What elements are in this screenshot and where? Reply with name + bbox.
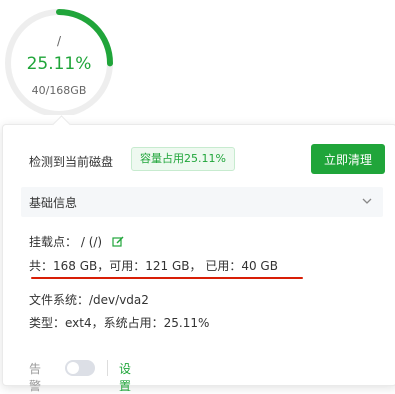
edit-icon[interactable] [112,236,124,248]
mount-point-value: / (/) [80,235,103,249]
divider [107,360,108,376]
popover-caret [52,115,71,134]
gauge-percent: 25.11% [26,54,92,74]
mount-point-row: 挂载点： / (/) [29,233,124,250]
basic-info-section-header[interactable]: 基础信息 [21,187,383,217]
mount-point-label: 挂载点： [29,235,78,249]
filesystem-value: /dev/vda2 [89,293,149,307]
section-title: 基础信息 [29,196,78,210]
chevron-down-icon [362,198,372,204]
gauge-mount-label: / [56,34,62,48]
type-row: 类型：ext4，系统占用：25.11% [29,316,210,330]
alarm-label: 告警 [29,362,42,393]
alarm-toggle[interactable] [65,360,95,376]
disk-detail-popover: 检测到当前磁盘 容量占用25.11% 立即清理 基础信息 挂载点： / (/) … [2,115,395,393]
clean-now-button[interactable]: 立即清理 [311,144,385,174]
gauge-capacity: 40/168GB [31,84,87,97]
detected-disk-label: 检测到当前磁盘 [29,155,114,169]
alarm-settings-link[interactable]: 设置 [119,360,131,394]
usage-tag: 容量占用25.11% [131,147,235,171]
toggle-knob [67,362,79,374]
filesystem-label: 文件系统： [29,293,90,307]
capacity-summary: 共：168 GB，可用：121 GB， 已用：40 GB [29,259,278,273]
filesystem-row: 文件系统：/dev/vda2 [29,291,149,308]
annotation-underline [31,277,303,279]
disk-usage-gauge[interactable]: / 25.11% 40/168GB [0,0,120,115]
